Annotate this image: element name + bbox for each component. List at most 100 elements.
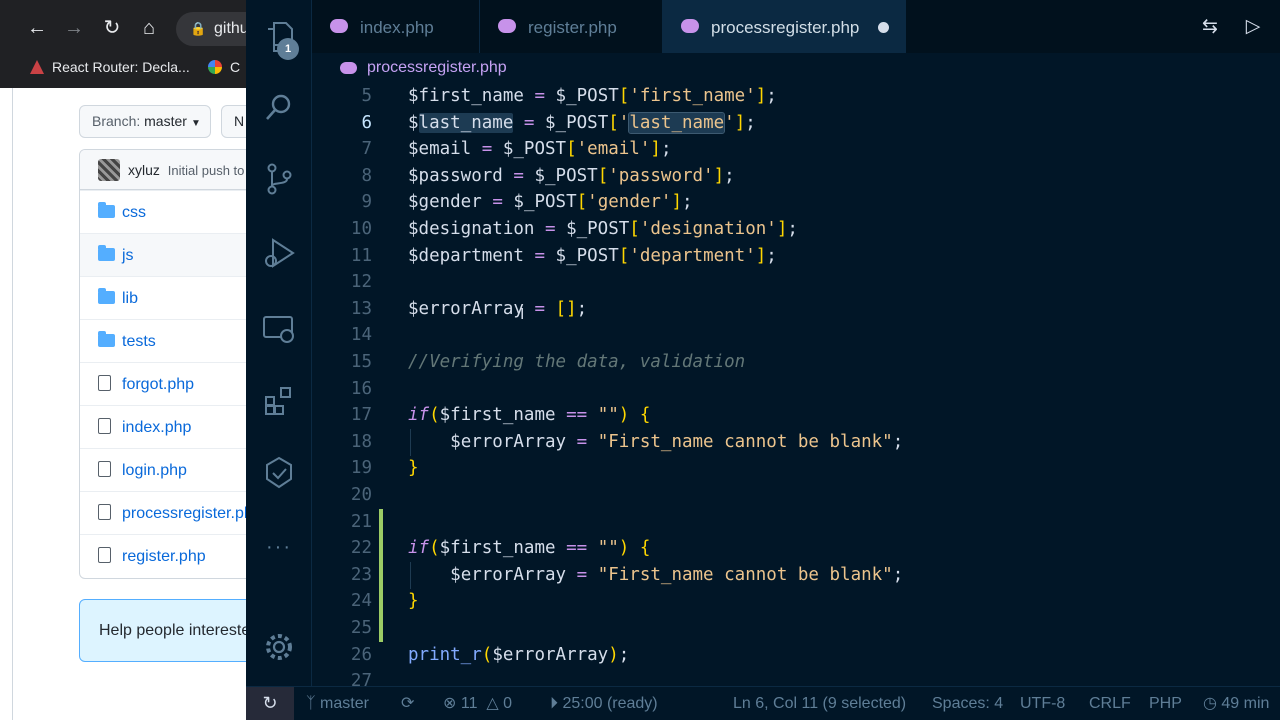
language-status[interactable]: PHP <box>1149 687 1182 720</box>
history-icon: ◷ <box>1203 695 1222 712</box>
code-text: $gender = $_POST['gender']; <box>408 192 693 213</box>
sync-icon[interactable]: ⟳ <box>401 687 414 720</box>
code-line[interactable]: 6 $last_name = $_POST['last_name']; <box>312 110 1280 137</box>
branch-select-button[interactable]: Branch: master ▼ <box>79 105 211 138</box>
code-text: $last_name = $_POST['last_name']; <box>408 111 756 134</box>
folder-icon <box>98 245 115 261</box>
line-number: 20 <box>350 485 372 505</box>
modified-gutter-marker[interactable] <box>379 508 383 536</box>
gear-icon[interactable] <box>260 628 298 666</box>
lock-icon: 🔒 <box>190 21 207 36</box>
line-number: 25 <box>350 618 372 638</box>
explorer-badge: 1 <box>277 38 299 60</box>
modified-gutter-marker[interactable] <box>379 535 383 563</box>
code-line[interactable]: 17 if($first_name == "") { <box>312 402 1280 429</box>
code-line[interactable]: 11 $department = $_POST['department']; <box>312 243 1280 270</box>
php-icon <box>498 19 516 33</box>
file-icon <box>98 418 111 434</box>
code-line[interactable]: 8 $password = $_POST['password']; <box>312 163 1280 190</box>
tab-index-php[interactable]: index.php <box>312 0 480 53</box>
code-line[interactable]: 26 print_r($errorArray); <box>312 642 1280 669</box>
branch-icon: ᛉ <box>306 695 321 712</box>
remote-explorer-icon[interactable] <box>260 310 298 348</box>
file-icon <box>98 504 111 520</box>
code-line[interactable]: 9 $gender = $_POST['gender']; <box>312 189 1280 216</box>
code-text: if($first_name == "") { <box>408 538 651 559</box>
status-bar: ↻ ᛉ master ⟳ ⊗ 11 △ 0 ⏵ 25:00 (ready) Ln… <box>246 686 1280 720</box>
encoding-status[interactable]: UTF-8 <box>1020 687 1065 720</box>
tab-processregister-php[interactable]: processregister.php <box>663 0 906 53</box>
code-line[interactable]: 21 <box>312 508 1280 536</box>
line-number: 17 <box>350 405 372 426</box>
unsaved-dot-icon[interactable] <box>878 22 889 33</box>
code-line[interactable]: 25 <box>312 615 1280 642</box>
time-status[interactable]: ◷ 49 min <box>1203 687 1269 720</box>
reload-icon[interactable]: ↻ <box>98 14 126 42</box>
code-line[interactable]: 20 <box>312 482 1280 509</box>
branch-name: master <box>144 113 187 129</box>
indentation-status[interactable]: Spaces: 4 <box>932 687 1003 720</box>
tab-register-php[interactable]: register.php <box>480 0 663 53</box>
code-line[interactable]: 16 <box>312 376 1280 403</box>
modified-gutter-marker[interactable] <box>379 615 383 642</box>
commit-message[interactable]: Initial push to <box>168 163 245 178</box>
line-number: 27 <box>350 671 372 686</box>
code-line[interactable]: 14 <box>312 322 1280 349</box>
code-line[interactable]: 13 $errorArray = []; <box>312 296 1280 323</box>
caret-down-icon: ▼ <box>190 118 201 129</box>
code-line[interactable]: 15 //Verifying the data, validation <box>312 349 1280 376</box>
forward-arrow-icon[interactable]: → <box>60 14 88 42</box>
cursor-position[interactable]: Ln 6, Col 11 (9 selected) <box>733 687 906 720</box>
code-line[interactable]: 19} <box>312 455 1280 482</box>
code-line[interactable]: 18 $errorArray = "First_name cannot be b… <box>312 428 1280 456</box>
more-icon[interactable]: ··· <box>260 528 298 566</box>
php-icon <box>681 19 699 33</box>
problems-status[interactable]: ⊗ 11 △ 0 <box>443 687 512 720</box>
source-control-icon[interactable] <box>260 160 298 198</box>
code-editor[interactable]: 5 $first_name = $_POST['first_name']; 6 $la… <box>312 83 1280 686</box>
run-file-icon[interactable]: ▷ <box>1240 14 1266 40</box>
code-text: $errorArray = "First_name cannot be blan… <box>450 564 904 585</box>
breadcrumb[interactable]: processregister.php <box>312 53 1280 83</box>
modified-gutter-marker[interactable] <box>379 561 383 589</box>
php-icon <box>330 19 348 33</box>
extensions-icon[interactable] <box>260 382 298 420</box>
testing-icon[interactable] <box>260 454 298 492</box>
line-number: 19 <box>350 458 372 479</box>
code-line[interactable]: 23 $errorArray = "First_name cannot be b… <box>312 561 1280 589</box>
code-line[interactable]: 5 $first_name = $_POST['first_name']; <box>312 83 1280 110</box>
timer-status[interactable]: ⏵ 25:00 (ready) <box>550 687 658 720</box>
code-line[interactable]: 7 $email = $_POST['email']; <box>312 136 1280 163</box>
eol-status[interactable]: CRLF <box>1089 687 1131 720</box>
home-icon[interactable]: ⌂ <box>135 14 163 42</box>
commit-author[interactable]: xyluz <box>128 162 160 178</box>
branch-status[interactable]: ᛉ master <box>306 687 369 720</box>
code-text: print_r($errorArray); <box>408 644 630 665</box>
code-text: $password = $_POST['password']; <box>408 165 735 186</box>
code-line[interactable]: 24} <box>312 588 1280 616</box>
code-line[interactable]: 12 <box>312 269 1280 296</box>
line-number: 24 <box>350 591 372 612</box>
run-debug-icon[interactable] <box>260 234 298 272</box>
code-line[interactable]: 27 <box>312 668 1280 686</box>
modified-gutter-marker[interactable] <box>379 588 383 616</box>
bookmark-google[interactable]: C <box>208 52 240 82</box>
code-text: } <box>408 458 419 479</box>
line-number: 11 <box>350 245 372 266</box>
back-arrow-icon[interactable]: ← <box>23 14 51 42</box>
code-line[interactable]: 22 if($first_name == "") { <box>312 535 1280 563</box>
search-icon[interactable] <box>260 88 298 126</box>
code-line[interactable]: 10 $designation = $_POST['designation']; <box>312 216 1280 243</box>
avatar[interactable] <box>98 159 120 181</box>
line-number: 12 <box>350 272 372 293</box>
warning-icon: △ <box>486 695 499 712</box>
line-number: 10 <box>350 219 372 239</box>
code-text: $department = $_POST['department']; <box>408 245 777 266</box>
line-number: 21 <box>350 511 372 532</box>
code-text: $errorArray = "First_name cannot be blan… <box>450 431 904 452</box>
line-number: 14 <box>350 325 372 346</box>
line-number: 15 <box>350 352 372 372</box>
compare-changes-icon[interactable]: ⇆ <box>1197 14 1223 40</box>
bookmark-react-router[interactable]: React Router: Decla... <box>30 52 190 82</box>
remote-indicator-icon[interactable]: ↻ <box>246 687 294 720</box>
